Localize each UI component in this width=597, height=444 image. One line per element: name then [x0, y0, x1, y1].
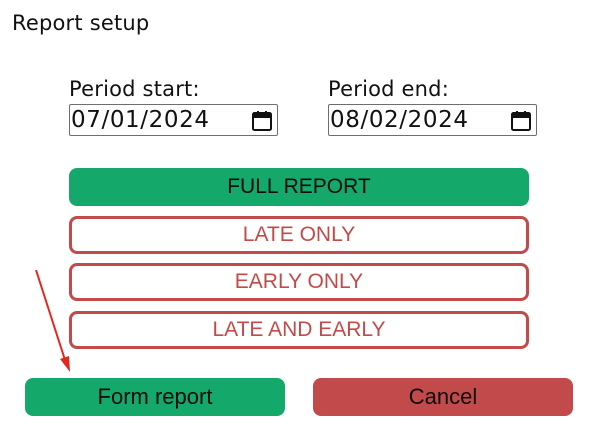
- calendar-icon[interactable]: [510, 110, 532, 132]
- period-start-group: Period start: 07/01/2024: [69, 76, 278, 136]
- early-only-button[interactable]: EARLY ONLY: [69, 263, 529, 301]
- period-start-value: 07/01/2024: [71, 107, 210, 133]
- window-title: Report setup: [12, 11, 150, 35]
- period-end-label: Period end:: [328, 77, 449, 101]
- period-start-label: Period start:: [69, 77, 200, 101]
- cancel-button[interactable]: Cancel: [313, 378, 573, 416]
- late-only-button[interactable]: LATE ONLY: [69, 216, 529, 254]
- period-end-input[interactable]: 08/02/2024: [328, 104, 537, 136]
- calendar-icon[interactable]: [251, 110, 273, 132]
- period-end-value: 08/02/2024: [330, 107, 469, 133]
- full-report-button[interactable]: FULL REPORT: [69, 168, 529, 206]
- form-report-button[interactable]: Form report: [25, 378, 285, 416]
- late-and-early-button[interactable]: LATE AND EARLY: [69, 311, 529, 349]
- period-end-group: Period end: 08/02/2024: [328, 76, 537, 136]
- period-start-input[interactable]: 07/01/2024: [69, 104, 278, 136]
